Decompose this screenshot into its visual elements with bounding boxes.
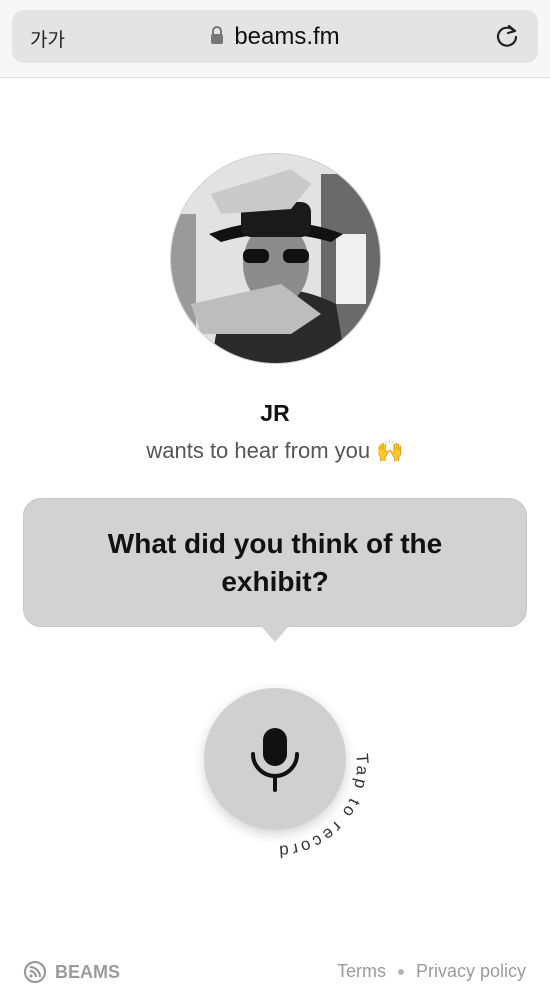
profile-name: JR [260,400,290,426]
separator-dot [397,968,404,975]
profile-avatar [170,153,381,364]
privacy-policy-link[interactable]: Privacy policy [416,961,526,982]
url-display[interactable]: beams.fm [12,23,538,51]
footer-links: Terms Privacy policy [337,961,526,982]
url-text: beams.fm [234,23,340,50]
terms-link[interactable]: Terms [337,961,386,982]
question-bubble: What did you think of the exhibit? [23,498,527,627]
address-bar[interactable]: 가가 beams.fm [12,10,538,63]
question-text: What did you think of the exhibit? [107,527,443,597]
reload-icon[interactable] [494,23,520,49]
bubble-tail [261,626,289,642]
browser-toolbar: 가가 beams.fm [0,0,550,78]
microphone-icon [251,728,299,792]
brand-name: BEAMS [55,961,121,982]
beams-logo[interactable]: BEAMS [23,960,120,984]
beams-logo-icon [23,960,47,984]
profile-subtitle: wants to hear from you 🙌 [146,438,404,463]
lock-icon [211,26,224,44]
record-button[interactable] [204,688,346,830]
portrait-photo [171,154,380,363]
